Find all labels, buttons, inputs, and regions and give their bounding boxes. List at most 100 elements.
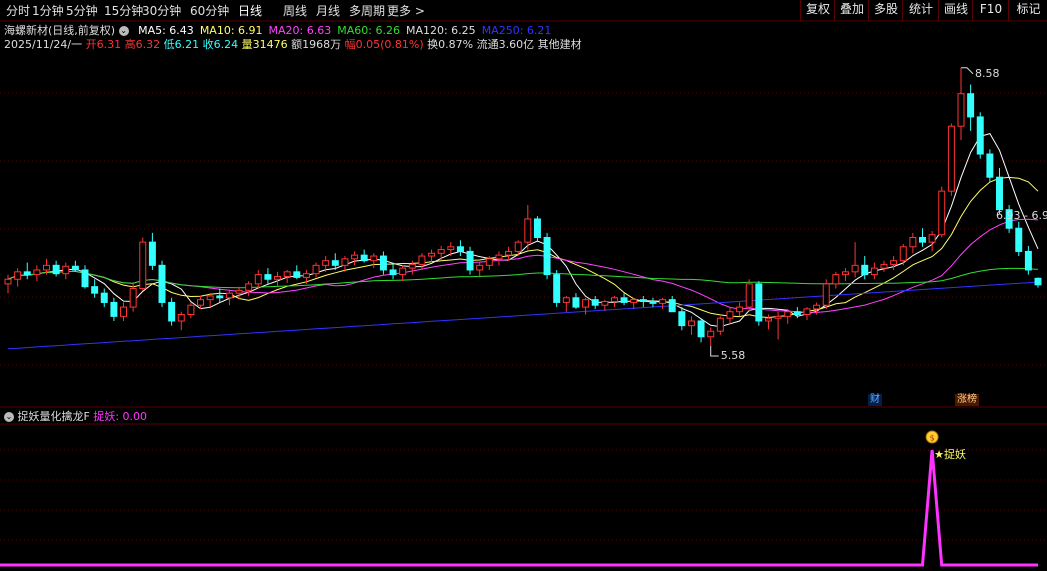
candle-body-86: [832, 274, 840, 285]
candle-body-94: [909, 237, 917, 248]
candle-body-40: [389, 269, 397, 276]
period-tab-6[interactable]: 日线: [238, 2, 262, 20]
candle-body-62: [601, 301, 609, 306]
low-pointer: [710, 346, 719, 357]
ma-value-4: MA120: 6.25: [405, 24, 476, 37]
candle-body-75: [726, 311, 734, 319]
high-value: 6.32: [135, 38, 161, 51]
rank-badge[interactable]: 涨榜: [955, 394, 979, 406]
candle-body-60: [582, 299, 590, 308]
candle-body-98: [947, 125, 955, 192]
turnover: 换0.87%: [427, 38, 474, 51]
open-value: 6.31: [96, 38, 122, 51]
volume-value: 31476: [252, 38, 288, 51]
candle-body-53: [514, 241, 522, 252]
ma-line-ma20: [7, 218, 1039, 313]
collapse-icon[interactable]: ⌄: [118, 26, 129, 36]
candle-body-68: [659, 299, 667, 304]
period-tab-5[interactable]: 60分钟: [190, 2, 229, 20]
signal-label: ★捉妖: [934, 448, 966, 461]
toolbar-button-0[interactable]: 复权: [800, 0, 835, 21]
toolbar-button-2[interactable]: 多股: [868, 0, 903, 21]
amount-value: 1968万: [302, 38, 342, 51]
candle-body-76: [736, 306, 744, 313]
candle-body-49: [476, 264, 484, 271]
candle-body-95: [919, 237, 926, 243]
period-tab-7[interactable]: 周线: [283, 2, 307, 20]
candle-body-67: [649, 301, 657, 304]
candle-body-7: [71, 265, 79, 271]
high-label: 高: [124, 38, 136, 51]
candle-body-23: [225, 292, 233, 299]
candle-body-1: [14, 271, 22, 280]
candle-body-63: [610, 297, 618, 303]
low-annotation: 5.58: [720, 349, 746, 363]
candle-body-32: [312, 264, 320, 275]
candle-body-56: [543, 237, 551, 276]
candle-body-89: [861, 264, 869, 276]
candle-body-37: [360, 254, 368, 262]
candle-body-58: [562, 297, 570, 303]
candle-body-93: [899, 246, 907, 262]
period-tab-8[interactable]: 月线: [316, 2, 340, 20]
period-tab-1[interactable]: 1分钟: [32, 2, 64, 20]
close-label: 收: [202, 38, 214, 51]
candle-body-39: [379, 255, 387, 271]
candle-body-54: [524, 218, 532, 243]
candle-body-59: [572, 297, 580, 308]
candle-body-85: [822, 283, 830, 306]
toolbar-button-6[interactable]: 标记: [1008, 0, 1047, 21]
candle-body-87: [841, 271, 849, 276]
candle-body-11: [110, 301, 118, 317]
change-label: 幅: [344, 38, 356, 51]
candle-body-45: [437, 249, 445, 254]
candle-body-24: [235, 289, 243, 294]
ma-value-3: MA60: 6.26: [337, 24, 400, 37]
period-tab-3[interactable]: 15分钟: [104, 2, 143, 20]
candle-body-36: [351, 254, 359, 260]
candle-body-26: [254, 274, 262, 285]
candle-body-46: [447, 246, 455, 251]
toolbar-button-4[interactable]: 画线: [938, 0, 973, 21]
finance-badge[interactable]: 财: [868, 394, 882, 406]
period-tab-4[interactable]: 30分钟: [142, 2, 181, 20]
candle-body-18: [177, 313, 185, 322]
candle-body-82: [793, 311, 801, 315]
candle-body-41: [399, 267, 407, 276]
bar-date: 2025/11/24/一: [4, 38, 83, 51]
toolbar-button-3[interactable]: 统计: [902, 0, 939, 21]
ma-value-0: MA5: 6.43: [138, 24, 194, 37]
candle-body-81: [784, 311, 792, 317]
toolbar-button-1[interactable]: 叠加: [834, 0, 869, 21]
candle-body-61: [591, 299, 599, 306]
candle-body-84: [813, 304, 821, 310]
candle-body-4: [43, 264, 50, 271]
candle-body-14: [139, 241, 147, 290]
candle-body-97: [938, 190, 946, 236]
candle-body-78: [755, 283, 763, 322]
candle-body-44: [428, 252, 436, 257]
indicator-name: 捉妖量化擒龙F: [17, 410, 90, 423]
candle-body-66: [639, 299, 647, 303]
money-bag-icon: [925, 430, 939, 444]
candle-body-21: [206, 295, 214, 301]
open-label: 开: [85, 38, 97, 51]
volume-label: 量: [241, 38, 253, 51]
toolbar-button-5[interactable]: F10: [972, 0, 1009, 21]
collapse-icon[interactable]: ⌄: [4, 412, 14, 422]
range-annotation: 6.93 - 6.9: [996, 209, 1047, 222]
period-tab-10[interactable]: 更多 >: [387, 2, 425, 20]
candle-body-88: [851, 264, 859, 273]
candle-body-73: [707, 330, 715, 338]
candlestick-chart[interactable]: $: [0, 0, 1047, 571]
candle-body-77: [745, 283, 753, 308]
period-tab-9[interactable]: 多周期: [349, 2, 385, 20]
high-pointer: [960, 67, 974, 75]
sector: 其他建材: [537, 38, 582, 51]
candle-body-2: [23, 271, 31, 276]
candle-body-72: [697, 320, 705, 338]
period-tab-2[interactable]: 5分钟: [66, 2, 98, 20]
period-tab-0[interactable]: 分时: [6, 2, 30, 20]
amount-label: 额: [291, 38, 303, 51]
candle-body-20: [197, 299, 205, 306]
